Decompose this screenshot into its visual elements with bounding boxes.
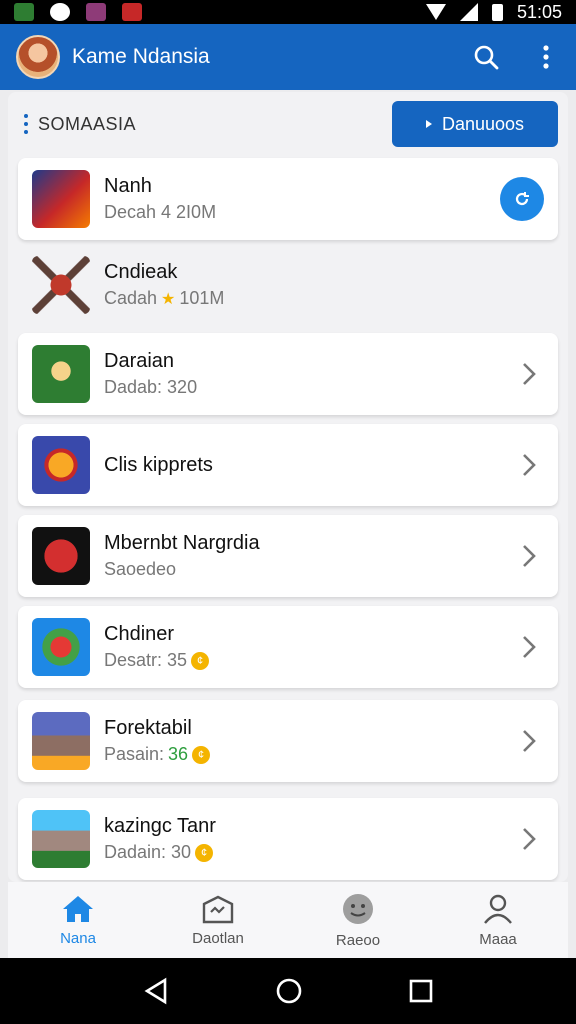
app-name: Chdiner bbox=[104, 623, 175, 645]
app-icon bbox=[32, 345, 90, 403]
play-icon bbox=[425, 120, 432, 128]
wifi-icon bbox=[425, 4, 446, 20]
chevron-right-icon[interactable] bbox=[514, 824, 544, 854]
app-name: Daraian bbox=[104, 350, 175, 372]
nav-item-profile[interactable]: Maaa bbox=[428, 882, 568, 958]
nav-item-home[interactable]: Nana bbox=[8, 882, 148, 958]
refresh-button[interactable] bbox=[500, 177, 544, 221]
face-icon bbox=[343, 893, 373, 924]
app-notification-icon bbox=[50, 3, 70, 21]
back-icon[interactable] bbox=[143, 977, 169, 1005]
list-item[interactable]: Mbernbt Nargrdia Saoedeo bbox=[18, 515, 558, 597]
app-icon bbox=[32, 527, 90, 585]
list-item[interactable]: Nanh Decah 4 2I0M bbox=[18, 158, 558, 240]
app-subtitle: Dadain: 30 bbox=[104, 842, 192, 862]
coin-icon: ¢ bbox=[192, 745, 211, 764]
refresh-icon bbox=[515, 192, 529, 206]
list-item[interactable]: Chdiner Desatr: 35 ¢ bbox=[18, 606, 558, 688]
chevron-right-icon[interactable] bbox=[514, 359, 544, 389]
app-count: 36 bbox=[168, 744, 189, 764]
list-item[interactable]: kazingc Tanr Dadain: 30 ¢ bbox=[18, 798, 558, 880]
app-name: Mbernbt Nargrdia bbox=[104, 532, 260, 554]
app-icon bbox=[32, 712, 90, 770]
nav-label: Daotlan bbox=[192, 929, 244, 947]
star-icon: ★ bbox=[161, 290, 176, 308]
coin-icon: ¢ bbox=[195, 843, 214, 862]
app-subtitle: Cadah bbox=[104, 288, 158, 308]
recents-icon[interactable] bbox=[409, 979, 433, 1003]
avatar[interactable] bbox=[16, 35, 60, 79]
app-icon bbox=[32, 256, 90, 314]
notification-icon bbox=[14, 3, 34, 21]
app-name: kazingc Tanr bbox=[104, 815, 216, 837]
chevron-right-icon[interactable] bbox=[514, 632, 544, 662]
app-icon bbox=[32, 810, 90, 868]
section-header: SOMAASIA Danuuoos bbox=[8, 92, 568, 156]
app-name: Forektabil bbox=[104, 717, 192, 739]
download-button[interactable]: Danuuoos bbox=[392, 101, 558, 147]
app-subtitle: Decah 4 2I0M bbox=[104, 202, 217, 222]
app-size: 101M bbox=[179, 288, 225, 308]
nav-label: Nana bbox=[60, 929, 96, 947]
store-icon bbox=[202, 895, 234, 923]
list-item[interactable]: Cndieak Cadah ★ 101M bbox=[18, 244, 558, 326]
app-subtitle: Saoedeo bbox=[104, 559, 177, 579]
nav-item-store[interactable]: Daotlan bbox=[148, 882, 288, 958]
app-bar: Kame Ndansia bbox=[0, 24, 576, 90]
status-time: 51:05 bbox=[516, 1, 562, 22]
signal-icon bbox=[459, 3, 478, 21]
game-notification-icon bbox=[122, 3, 142, 21]
section-dots-icon bbox=[24, 114, 28, 134]
battery-icon bbox=[491, 3, 503, 21]
person-icon bbox=[484, 894, 512, 924]
search-icon[interactable] bbox=[472, 43, 500, 71]
app-subtitle: Pasain: bbox=[104, 744, 165, 764]
app-name: Clis kipprets bbox=[104, 453, 213, 476]
status-bar: 51:05 bbox=[0, 0, 576, 24]
app-title: Kame Ndansia bbox=[72, 45, 210, 68]
app-list-panel: SOMAASIA Danuuoos Nanh Decah 4 2I0M Cndi… bbox=[8, 92, 568, 882]
message-icon bbox=[86, 3, 106, 21]
home-icon bbox=[63, 895, 93, 922]
nav-item-social[interactable]: Raeoo bbox=[288, 882, 428, 958]
section-title: SOMAASIA bbox=[38, 113, 137, 134]
chevron-right-icon[interactable] bbox=[514, 726, 544, 756]
download-button-label: Danuuoos bbox=[441, 113, 525, 134]
app-subtitle: Dadab: 320 bbox=[104, 377, 198, 397]
list-item[interactable]: Forektabil Pasain: 36 ¢ bbox=[18, 700, 558, 782]
nav-label: Maaa bbox=[479, 930, 517, 948]
app-icon bbox=[32, 618, 90, 676]
app-icon bbox=[32, 436, 90, 494]
app-name: Cndieak bbox=[104, 261, 178, 283]
list-item[interactable]: Daraian Dadab: 320 bbox=[18, 333, 558, 415]
app-subtitle: Desatr: 35 bbox=[104, 650, 188, 670]
system-navigation-bar bbox=[0, 958, 576, 1024]
nav-label: Raeoo bbox=[335, 931, 381, 949]
app-icon bbox=[32, 170, 90, 228]
app-name: Nanh bbox=[104, 175, 152, 197]
coin-icon: ¢ bbox=[191, 651, 210, 670]
chevron-right-icon[interactable] bbox=[514, 541, 544, 571]
chevron-right-icon[interactable] bbox=[514, 450, 544, 480]
bottom-navigation: Nana Daotlan Raeoo Maaa bbox=[8, 882, 568, 958]
home-circle-icon[interactable] bbox=[275, 977, 303, 1005]
more-menu-icon[interactable] bbox=[532, 43, 560, 71]
list-item[interactable]: Clis kipprets bbox=[18, 424, 558, 506]
